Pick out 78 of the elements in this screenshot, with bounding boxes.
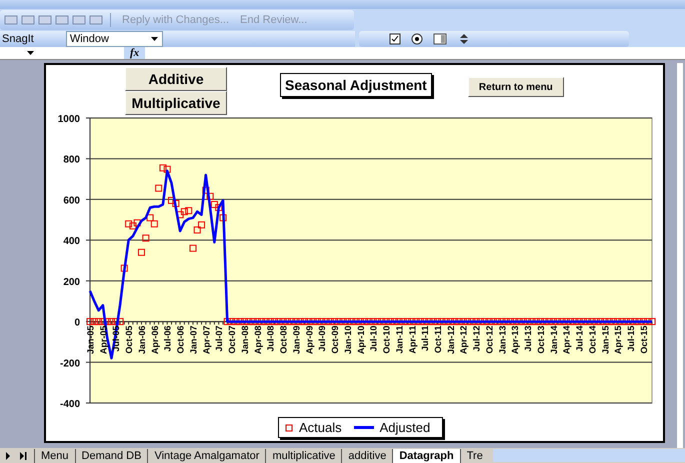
axis-label: Oct-13	[536, 326, 546, 354]
axis-label: 200	[63, 276, 80, 288]
axis-label: Jul-09	[317, 326, 328, 352]
axis-label: Jan-14	[548, 326, 559, 354]
legend-label: Adjusted	[380, 420, 430, 435]
toolbar-icon[interactable]	[4, 14, 18, 26]
axis-label: Apr-10	[356, 326, 366, 354]
axis-label: Apr-11	[407, 326, 418, 354]
axis-label: 600	[63, 195, 80, 206]
function-label[interactable]: fx	[124, 47, 146, 59]
axis-label: Oct-09	[330, 326, 340, 354]
axis-label: Jan-13	[497, 326, 508, 354]
toolbar-icon[interactable]	[55, 14, 69, 26]
axis-label: Oct-14	[587, 326, 598, 354]
axis-label: 1000	[58, 114, 80, 125]
axis-label: -200	[60, 358, 80, 370]
axis-label: Jan-05	[86, 326, 96, 354]
dropdown[interactable]: Window	[66, 31, 163, 47]
toolbar-label: SnagIt	[1, 33, 35, 45]
axis-label: Apr-08	[252, 326, 263, 354]
axis-label: Oct-08	[278, 326, 289, 354]
last-sheet-icon[interactable]	[18, 452, 28, 460]
axis-label: Apr-07	[201, 326, 212, 354]
toolbar-icon[interactable]	[72, 14, 86, 26]
axis-label: Jul-14	[574, 326, 585, 352]
axis-label: -400	[60, 399, 80, 410]
axis-label: Jan-15	[600, 326, 610, 354]
axis-label: Oct-12	[484, 326, 494, 354]
axis-label: Jul-12	[472, 326, 482, 352]
axis-label: Apr-05	[98, 326, 108, 354]
axis-label: 400	[63, 236, 80, 248]
axis-label: Jul-06	[162, 326, 173, 352]
toolbar-icon[interactable]	[38, 14, 52, 26]
sheet-tab[interactable]: Datagraph	[392, 448, 460, 462]
axis-label: Oct-07	[227, 326, 238, 354]
axis-label: 0	[74, 318, 80, 329]
axis-label: Jul-15	[626, 326, 636, 352]
menu-button[interactable]: Return to menu	[468, 77, 564, 97]
line-icon	[354, 426, 374, 429]
toolbar-icon[interactable]	[89, 14, 103, 26]
legend-label: Actuals	[299, 420, 342, 435]
next-sheet-icon[interactable]	[4, 452, 12, 460]
axis-label: Jul-11	[420, 326, 430, 352]
axis-label: 800	[63, 154, 80, 166]
axis-label: Oct-15	[638, 326, 649, 354]
caret-icon	[27, 51, 34, 55]
toolbar-icon[interactable]	[21, 14, 35, 26]
axis-label: Jul-07	[214, 326, 224, 352]
axis-label: Jul-13	[523, 326, 534, 352]
axis-label: Jan-08	[240, 326, 250, 354]
axis-label: Jan-12	[446, 326, 456, 354]
axis-label: Jan-09	[291, 326, 302, 354]
axis-label: Jan-11	[394, 326, 404, 354]
axis-label: Oct-10	[382, 326, 392, 354]
checkbox-icon[interactable]	[389, 33, 401, 45]
axis-label: Apr-14	[562, 326, 572, 354]
radio-icon[interactable]	[411, 33, 423, 45]
axis-label: Jan-10	[342, 326, 353, 354]
axis-label: Jan-07	[188, 326, 198, 354]
axis-label: Apr-12	[458, 326, 469, 354]
list-icon[interactable]	[433, 33, 447, 45]
mode-button[interactable]: Multiplicative	[125, 91, 227, 115]
axis-label: Jul-08	[266, 326, 276, 352]
axis-label: Jan-06	[136, 326, 147, 354]
chart-title: Seasonal Adjustment	[280, 73, 432, 97]
axis-label: Apr-13	[510, 326, 520, 354]
axis-label: Oct-06	[176, 326, 186, 354]
mode-button[interactable]: Additive	[125, 67, 227, 91]
axis-label: Apr-15	[613, 326, 624, 354]
axis-label: Apr-06	[150, 326, 160, 354]
caret-icon	[150, 37, 158, 41]
axis-label: Oct-05	[124, 326, 134, 354]
axis-label: Jul-10	[368, 326, 379, 352]
square-marker-icon	[285, 424, 293, 432]
axis-label: Apr-09	[304, 326, 314, 354]
axis-label: Oct-11	[433, 326, 443, 354]
horizontal-scrollbar[interactable]	[492, 449, 685, 462]
axis-label: Jul-05	[111, 326, 122, 352]
